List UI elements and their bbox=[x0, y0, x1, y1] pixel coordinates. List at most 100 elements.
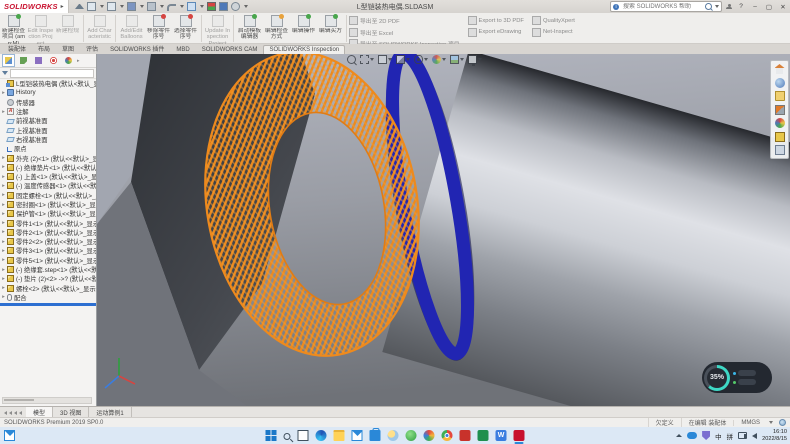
tree-root[interactable]: L型铠装热电偶 (默认<默认_显示状态-1 bbox=[0, 79, 96, 88]
file-properties-icon[interactable] bbox=[219, 2, 228, 11]
new-document-icon[interactable] bbox=[87, 2, 96, 11]
tree-item-component[interactable]: ▸保护管<1> (默认<<默认>_显示状 bbox=[0, 209, 96, 218]
tab-sketch[interactable]: 草图 bbox=[56, 42, 80, 54]
custom-properties-icon[interactable] bbox=[775, 145, 785, 155]
add-edit-balloons-button[interactable]: Add/Edit Balloons bbox=[118, 14, 145, 41]
featuremanager-tab[interactable] bbox=[2, 54, 15, 67]
tree-item-component[interactable]: ▸(-) 绝缘套.step<1> (默认<<默认 bbox=[0, 265, 96, 274]
tray-chevron-icon[interactable] bbox=[676, 434, 682, 437]
tree-item-component[interactable]: ▸外壳 (2)<1> (默认<<默认>_显示状 bbox=[0, 153, 96, 162]
options-caret-icon[interactable] bbox=[244, 5, 248, 8]
taskbar-clock[interactable]: 16:10 2022/8/15 bbox=[762, 429, 787, 442]
file-explorer-taskbar-icon[interactable] bbox=[334, 430, 345, 441]
security-shield-icon[interactable] bbox=[702, 431, 710, 440]
view-palette-icon[interactable] bbox=[775, 132, 785, 142]
tree-item-component[interactable]: ▸零件3<1> (默认<<默认>_显示状态 bbox=[0, 246, 96, 255]
tree-item-component[interactable]: ▸(-) 垫片 (2)<2> ->? (默认<<默认 bbox=[0, 274, 96, 283]
eclipse-app-icon[interactable] bbox=[478, 430, 489, 441]
save-icon[interactable] bbox=[127, 2, 136, 11]
green-app-icon[interactable] bbox=[406, 430, 417, 441]
select-arrow-icon[interactable] bbox=[187, 2, 196, 11]
export-2d-pdf-button[interactable]: 导出至 2D PDF bbox=[349, 16, 460, 25]
tree-item-component[interactable]: ▸螺栓<2> (默认<<默认>_显示状 bbox=[0, 284, 96, 293]
export-3d-pdf-button[interactable]: Export to 3D PDF bbox=[468, 16, 524, 25]
tab-mbd[interactable]: MBD bbox=[170, 45, 195, 54]
configurationmanager-tab[interactable] bbox=[32, 54, 45, 67]
search-caret-icon[interactable] bbox=[715, 5, 719, 8]
tree-item-component[interactable]: ▸密封圈<1> (默认<<默认>_显示状 bbox=[0, 200, 96, 209]
photos-app-icon[interactable] bbox=[424, 430, 435, 441]
tree-item-origin[interactable]: 原点 bbox=[0, 144, 96, 153]
minimize-button[interactable]: – bbox=[750, 3, 760, 10]
tab-evaluate[interactable]: 评估 bbox=[80, 42, 104, 54]
open-icon[interactable] bbox=[107, 2, 116, 11]
launch-template-editor-button[interactable]: 启动模板编辑器 bbox=[236, 14, 263, 41]
zoom-fit-icon[interactable] bbox=[347, 55, 356, 64]
widgets-icon[interactable] bbox=[4, 430, 15, 441]
tab-solidworks-inspection[interactable]: SOLIDWORKS Inspection bbox=[263, 45, 345, 54]
qualityxpert-button[interactable]: QualityXpert bbox=[532, 16, 575, 25]
tree-item-component[interactable]: ▸零件5<1> (默认<<默认>_显示状态 bbox=[0, 256, 96, 265]
edge-icon[interactable] bbox=[316, 430, 327, 441]
tree-item-sensors[interactable]: 传感器 bbox=[0, 98, 96, 107]
file-explorer-icon[interactable] bbox=[775, 105, 785, 115]
tree-item-annotations[interactable]: ▸A注解 bbox=[0, 107, 96, 116]
panel-horizontal-scrollbar[interactable] bbox=[2, 397, 92, 404]
display-style-icon[interactable] bbox=[396, 55, 410, 64]
globe-icon[interactable] bbox=[779, 419, 786, 426]
tree-item-front-plane[interactable]: 前视基准面 bbox=[0, 116, 96, 125]
task-view-icon[interactable] bbox=[298, 430, 309, 441]
tree-item-component[interactable]: ▸固定螺栓<1> (默认<<默认>_显示 bbox=[0, 191, 96, 200]
restore-button[interactable]: ▢ bbox=[764, 3, 774, 11]
tab-assembly[interactable]: 装配体 bbox=[2, 42, 32, 54]
tree-item-history[interactable]: ▸History bbox=[0, 88, 96, 97]
appearances-scenes-icon[interactable] bbox=[775, 118, 785, 128]
help-search-box[interactable]: i bbox=[610, 1, 722, 12]
help-button[interactable]: ? bbox=[736, 3, 746, 10]
chrome-icon[interactable] bbox=[442, 430, 453, 441]
units-selector[interactable]: MMGS bbox=[733, 420, 767, 426]
tree-item-component[interactable]: ▸零件1<1> (默认<<默认>_显示状态 bbox=[0, 218, 96, 227]
undo-icon[interactable] bbox=[167, 2, 176, 11]
home-icon[interactable] bbox=[75, 2, 84, 11]
view-settings-icon[interactable] bbox=[468, 55, 482, 64]
graphics-area[interactable]: 35% bbox=[97, 54, 790, 406]
tree-item-mates[interactable]: ▸配合 bbox=[0, 293, 96, 302]
units-caret-icon[interactable] bbox=[769, 421, 773, 424]
taskbar-search-icon[interactable] bbox=[284, 433, 291, 440]
export-edrawing-button[interactable]: Export eDrawing bbox=[468, 28, 524, 37]
tree-item-right-plane[interactable]: 右视基准面 bbox=[0, 135, 96, 144]
print-caret-icon[interactable] bbox=[160, 5, 164, 8]
solidworks-resources-icon[interactable] bbox=[775, 78, 785, 88]
new-inspection-button[interactable]: 新建检规 bbox=[54, 14, 81, 34]
start-button-icon[interactable] bbox=[266, 430, 277, 441]
tree-item-component[interactable]: ▸(-) 温度传感器<1> (默认<<默认>_ bbox=[0, 181, 96, 190]
recorder-control-1[interactable] bbox=[738, 370, 756, 376]
apply-scene-icon[interactable] bbox=[450, 55, 464, 64]
tree-item-top-plane[interactable]: 上视基准面 bbox=[0, 125, 96, 134]
sign-in-icon[interactable] bbox=[726, 4, 732, 10]
search-input[interactable] bbox=[621, 3, 703, 11]
tree-item-component[interactable]: ▸零件2<2> (默认<<默认>_显示状态 bbox=[0, 237, 96, 246]
panel-tab-overflow-icon[interactable]: ▸ bbox=[77, 58, 80, 64]
hide-show-items-icon[interactable] bbox=[414, 55, 428, 64]
speaker-icon[interactable] bbox=[752, 433, 757, 439]
tab-layout[interactable]: 布局 bbox=[32, 42, 56, 54]
tab-solidworks-cam[interactable]: SOLIDWORKS CAM bbox=[196, 45, 264, 54]
options-gear-icon[interactable] bbox=[231, 2, 240, 11]
search-icon[interactable] bbox=[705, 3, 712, 10]
edit-methods-button[interactable]: 编辑检查方式 bbox=[263, 14, 290, 41]
export-excel-button[interactable]: 导出至 Excel bbox=[349, 28, 460, 37]
design-library-icon[interactable] bbox=[775, 91, 785, 101]
edit-customers-button[interactable]: 编辑买方 bbox=[317, 14, 344, 34]
taskpane-home-icon[interactable] bbox=[775, 64, 785, 74]
new-caret-icon[interactable] bbox=[100, 5, 104, 8]
add-characteristic-button[interactable]: Add Characteristic bbox=[86, 14, 113, 41]
open-caret-icon[interactable] bbox=[120, 5, 124, 8]
recorder-control-2[interactable] bbox=[738, 379, 756, 385]
microsoft-store-icon[interactable] bbox=[370, 430, 381, 441]
zoom-area-icon[interactable] bbox=[360, 55, 374, 64]
save-caret-icon[interactable] bbox=[140, 5, 144, 8]
ime-pinyin-indicator[interactable]: 拼 bbox=[727, 431, 734, 441]
net-inspect-button[interactable]: Net-Inspect bbox=[532, 28, 575, 37]
